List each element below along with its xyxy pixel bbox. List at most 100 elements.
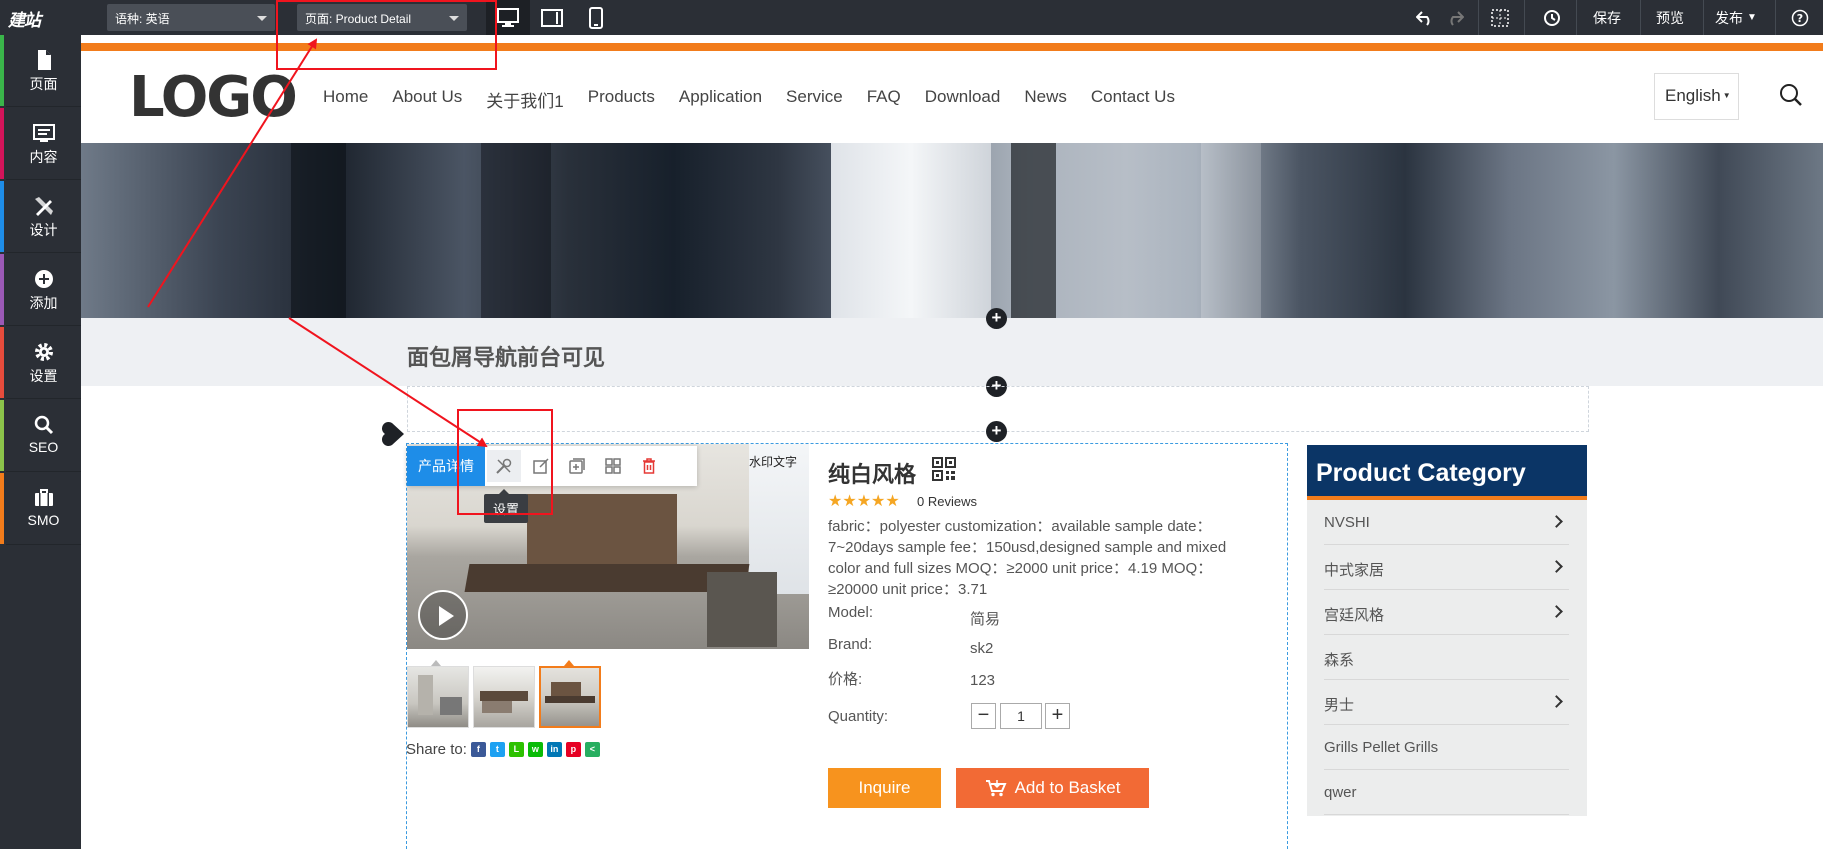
delete-button[interactable] [631,446,667,486]
attribute-value: sk2 [970,640,994,657]
category-label: NVSHI [1324,514,1370,531]
save-button[interactable]: 保存 [1593,0,1621,35]
drag-handle-icon[interactable] [378,420,406,448]
nav-item-contact-us[interactable]: Contact Us [1091,87,1175,112]
layout-button[interactable] [595,446,631,486]
line-icon[interactable]: L [508,742,524,757]
category-item[interactable]: 宫廷风格 [1324,590,1569,635]
attribute-value: 简易 [970,611,1001,628]
category-item[interactable]: 森系 [1324,635,1569,680]
category-item[interactable]: Grills Pellet Grills [1324,725,1569,770]
category-label: 男士 [1324,697,1355,714]
add-to-basket-button[interactable]: Add to Basket [956,768,1149,808]
play-video-button[interactable] [418,590,468,640]
category-item[interactable]: qwer [1324,770,1569,815]
left-sidebar: 页面 内容 设计 添加 设置 SEO SMO [0,35,81,849]
banner-highlight [1201,143,1261,318]
thumb-image-part [480,691,528,701]
share-icon[interactable]: < [584,742,600,757]
chevron-right-icon[interactable] [1550,560,1563,573]
product-thumbnail-selected[interactable] [539,666,601,728]
nav-item-news[interactable]: News [1024,87,1067,112]
watermark-text: 水印文字 [749,455,798,469]
pinterest-icon[interactable]: p [565,742,581,757]
caret-down-icon: ▼ [1722,91,1731,100]
mobile-view-button[interactable] [574,0,618,35]
twitter-icon[interactable]: t [489,742,505,757]
quantity-increase-button[interactable]: + [1045,703,1070,729]
desktop-icon [497,7,519,27]
search-icon[interactable] [1779,83,1803,107]
undo-button[interactable] [1413,0,1437,35]
publish-button[interactable]: 发布 ▼ [1715,0,1757,35]
trash-icon [643,458,655,474]
nav-item-products[interactable]: Products [588,87,655,112]
undo-icon [1416,10,1430,26]
redo-button[interactable] [1443,0,1467,35]
copy-button[interactable] [559,446,595,486]
toolbar-divider [1524,0,1525,35]
chevron-right-icon[interactable] [1550,515,1563,528]
facebook-icon[interactable]: f [470,742,486,757]
annotation-box [457,409,553,515]
add-section-button[interactable]: + [986,308,1007,329]
nav-item-application[interactable]: Application [679,87,762,112]
sidebar-stripe [0,327,4,398]
sidebar-item-seo[interactable]: SEO [0,400,81,472]
tablet-icon [541,8,563,27]
editor-toolbar: 建站 语种: 英语 页面: Product Detail 保存 预览 发布 ▼ … [0,0,1823,35]
preview-button[interactable]: 预览 [1656,0,1684,35]
help-button[interactable]: ? [1789,0,1811,35]
linkedin-icon[interactable]: in [546,742,562,757]
publish-label: 发布 [1715,9,1743,26]
category-item[interactable]: 男士 [1324,680,1569,725]
sidebar-item-content[interactable]: 内容 [0,108,81,180]
inquire-button[interactable]: Inquire [828,768,941,808]
sidebar-stripe [0,400,4,471]
product-category-title: Product Category [1307,445,1587,500]
sidebar-item-page[interactable]: 页面 [0,35,81,107]
nav-item-download[interactable]: Download [925,87,1001,112]
category-item[interactable]: NVSHI [1324,500,1569,545]
site-logo[interactable]: LOGO [129,65,298,130]
product-category-list: NVSHI 中式家居 宫廷风格 森系 男士 Grills Pellet Gril… [1307,500,1587,816]
toolbar-divider [1576,0,1577,35]
nav-item-about-us-cn[interactable]: 关于我们1 [486,87,563,112]
chevron-right-icon[interactable] [1550,695,1563,708]
product-thumbnail[interactable] [407,666,469,728]
language-label: English [1665,86,1721,105]
rating-stars: ★★★★★ [828,493,900,510]
quantity-decrease-button[interactable]: − [971,703,996,729]
add-section-button[interactable]: + [986,421,1007,442]
quantity-input[interactable] [1000,703,1042,729]
product-thumbnail[interactable] [473,666,535,728]
wechat-icon[interactable]: w [527,742,543,757]
nav-item-faq[interactable]: FAQ [867,87,901,112]
sidebar-item-smo[interactable]: SMO [0,473,81,545]
sidebar-item-label: SMO [27,512,60,528]
sidebar-item-label: 页面 [29,76,58,92]
sidebar-item-settings[interactable]: 设置 [0,327,81,399]
breadcrumb: 面包屑导航前台可见 [407,345,606,370]
grid-button[interactable] [1488,0,1512,35]
reviews-count[interactable]: 0 Reviews [917,494,977,509]
nav-item-service[interactable]: Service [786,87,843,112]
thumb-image-part [545,696,595,703]
category-item[interactable]: 中式家居 [1324,545,1569,590]
chevron-right-icon[interactable] [1550,605,1563,618]
nav-item-about-us[interactable]: About Us [392,87,462,112]
mobile-icon [589,6,603,29]
toolbar-divider [1703,0,1704,35]
language-select[interactable]: 语种: 英语 [107,4,275,31]
history-button[interactable] [1540,0,1564,35]
sidebar-item-add[interactable]: 添加 [0,254,81,326]
language-switcher[interactable]: English ▼ [1654,73,1739,120]
thumb-image-part [418,675,433,715]
grid-icon [1491,8,1509,27]
chevron-down-icon [257,16,267,21]
nav-item-home[interactable]: Home [323,87,368,112]
annotation-box [276,0,497,70]
sidebar-item-design[interactable]: 设计 [0,181,81,253]
qr-code-icon[interactable] [932,457,956,481]
tablet-view-button[interactable] [530,0,574,35]
